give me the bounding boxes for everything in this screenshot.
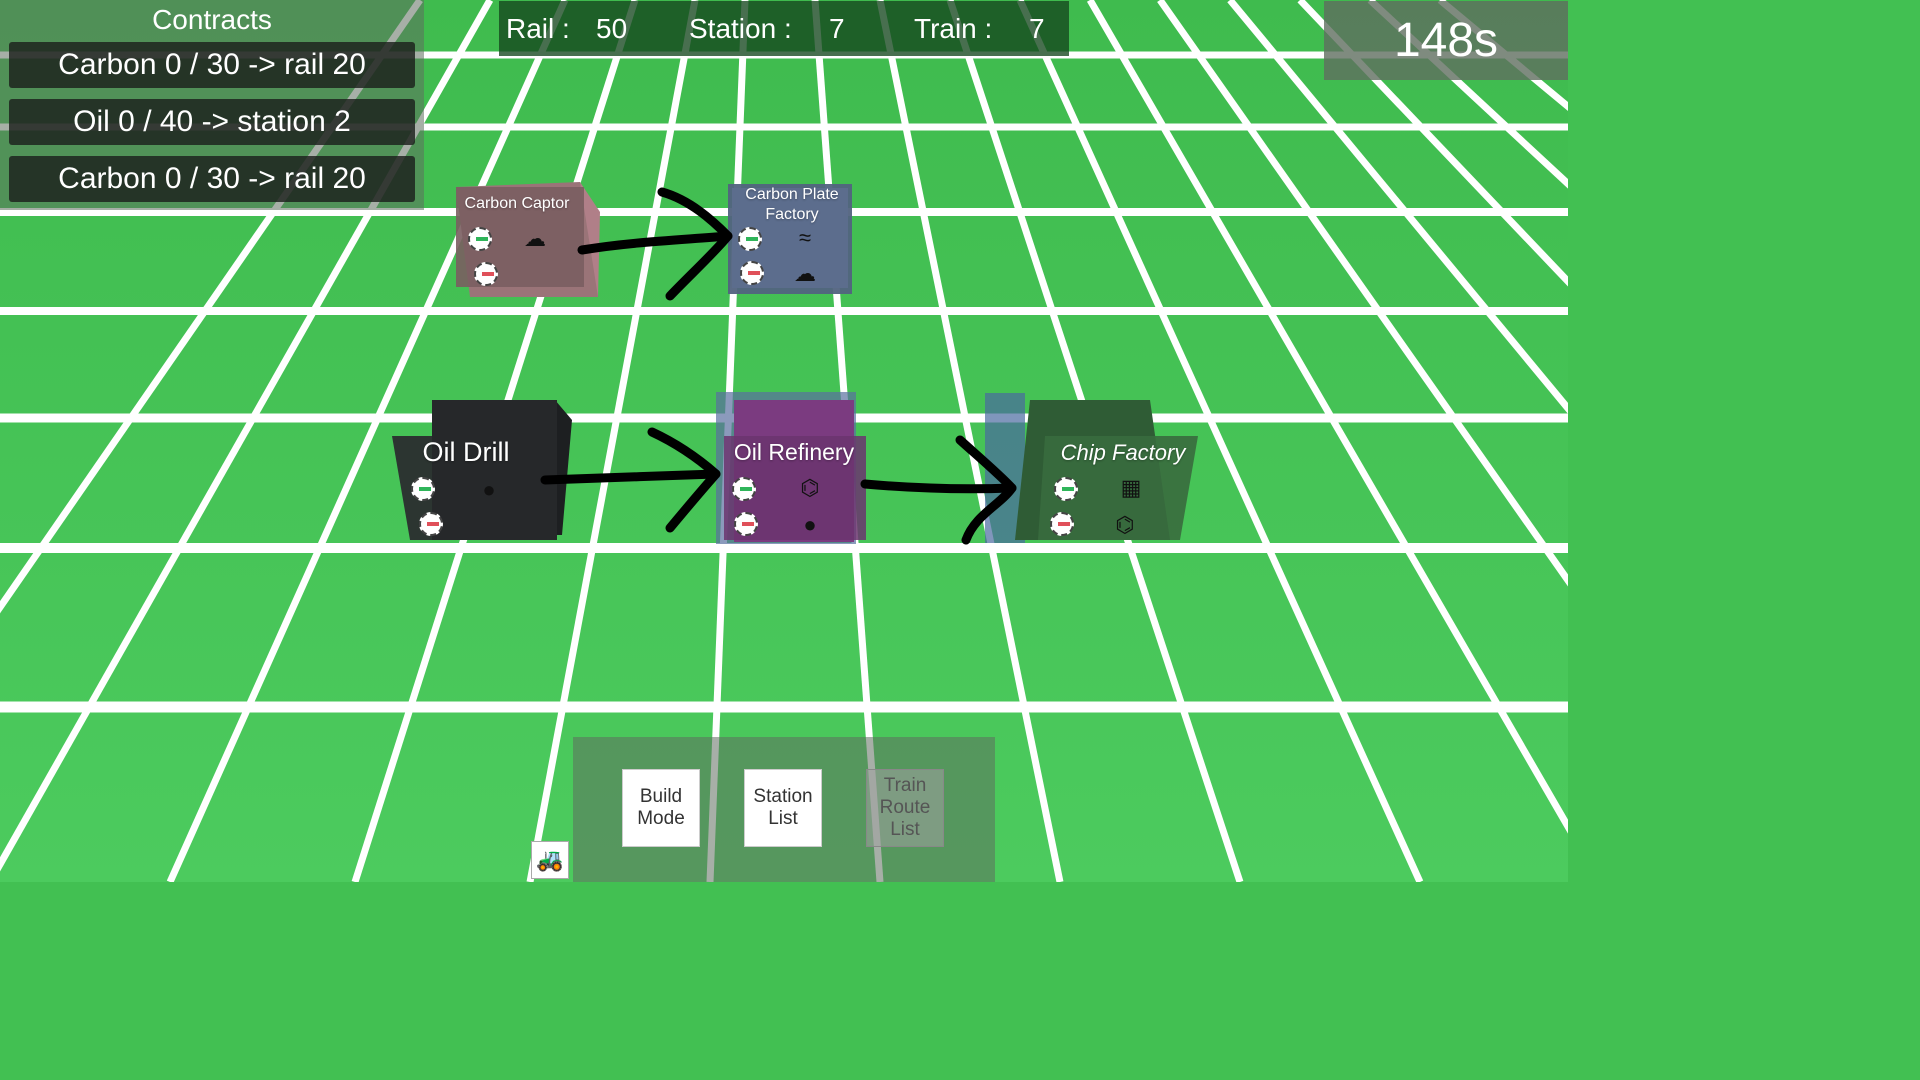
molecule-icon: ⌬ (800, 475, 820, 500)
contract-item[interactable]: Oil 0 / 40 -> station 2 (9, 99, 415, 145)
contracts-title: Contracts (152, 4, 272, 35)
contract-item[interactable]: Carbon 0 / 30 -> rail 20 (9, 156, 415, 202)
resource-bar: Rail : 50 Station : 7 Train : 7 (499, 1, 1069, 56)
output-port-icon[interactable] (468, 227, 492, 251)
input-port-icon[interactable] (740, 261, 764, 285)
output-port-icon[interactable] (738, 227, 762, 251)
countdown-timer: 148s (1324, 1, 1568, 80)
chip-icon: ▦ (1120, 475, 1142, 500)
oil-drop-icon: ● (803, 512, 817, 537)
chip-factory-label: Chip Factory (1060, 440, 1186, 465)
carbon-captor-label: Carbon Captor (464, 195, 570, 212)
input-port-icon[interactable] (734, 512, 758, 536)
station-label: Station : (689, 13, 792, 44)
train-count: 7 (1029, 13, 1045, 44)
oil-drop-icon: ● (482, 477, 496, 502)
station-list-button[interactable]: Station List (744, 769, 822, 847)
input-port-icon[interactable] (474, 262, 498, 286)
input-port-icon[interactable] (419, 512, 443, 536)
arrow-refinery-to-chip (860, 479, 1017, 494)
plate-icon: ≈ (798, 225, 812, 250)
output-port-icon[interactable] (732, 477, 756, 501)
output-port-icon[interactable] (1054, 477, 1078, 501)
bulldozer-icon[interactable]: 🚜 (531, 841, 569, 879)
station-count: 7 (829, 13, 845, 44)
bottom-toolbar: Build Mode Station List Train Route List (573, 737, 995, 882)
train-route-list-button[interactable]: Train Route List (866, 769, 944, 847)
contracts-panel: Contracts Carbon 0 / 30 -> rail 20 Oil 0… (0, 0, 424, 210)
molecule-icon: ⌬ (1115, 512, 1135, 537)
arrow-drill-to-refinery (540, 469, 721, 485)
oil-refinery-label: Oil Refinery (733, 439, 855, 465)
co2-cloud-icon: ☁ (524, 226, 546, 251)
contract-item[interactable]: Carbon 0 / 30 -> rail 20 (9, 42, 415, 88)
input-port-icon[interactable] (1050, 512, 1074, 536)
train-label: Train : (914, 13, 993, 44)
co2-cloud-icon: ☁ (794, 261, 816, 286)
carbon-plate-factory-label: Carbon Plate Factory (745, 186, 839, 223)
oil-drill-label: Oil Drill (422, 437, 510, 467)
rail-label: Rail : (506, 13, 570, 44)
build-mode-button[interactable]: Build Mode (622, 769, 700, 847)
output-port-icon[interactable] (411, 477, 435, 501)
rail-count: 50 (596, 13, 628, 44)
